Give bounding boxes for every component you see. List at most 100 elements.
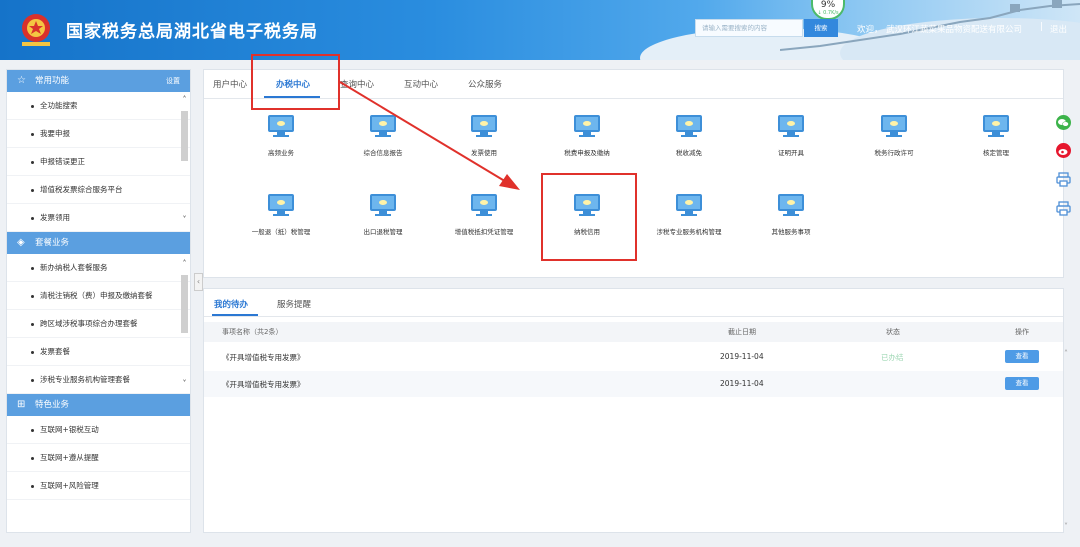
section-title: 特色业务 <box>35 400 70 410</box>
monitor-icon <box>574 115 600 137</box>
sidebar-item[interactable]: 清税注销税（费）申报及缴纳套餐 <box>7 282 190 310</box>
tab-public-service[interactable]: 公众服务 <box>468 78 502 90</box>
annotation-box-tax-credit <box>541 173 637 261</box>
print-icon[interactable] <box>1055 200 1072 217</box>
monitor-icon <box>983 115 1009 137</box>
chevron-up-icon[interactable]: ˄ <box>180 259 189 269</box>
todo-panel: 我的待办 服务提醒 事项名称（共2条） 截止日期 状态 操作 《开具增值税专用发… <box>203 288 1064 533</box>
speed-value: 9% <box>820 0 836 10</box>
sidebar-item[interactable]: 互联网+风险管理 <box>7 472 190 500</box>
monitor-icon <box>778 194 804 216</box>
sidebar-item[interactable]: 互联网+银税互动 <box>7 416 190 444</box>
column-header: 事项名称（共2条） <box>222 328 283 336</box>
site-title: 国家税务总局湖北省电子税务局 <box>66 22 318 42</box>
sidebar-item[interactable]: 发票领用 <box>7 204 190 232</box>
tab-user-center[interactable]: 用户中心 <box>213 78 247 90</box>
tab-query-center[interactable]: 查询中心 <box>340 78 374 90</box>
service-info-report[interactable]: 综合信息报告 <box>333 115 433 157</box>
star-icon: ☆ <box>17 75 26 86</box>
service-admin-license[interactable]: 税务行政许可 <box>844 115 944 157</box>
section-title: 常用功能 <box>35 76 70 86</box>
service-agency-management[interactable]: 涉税专业服务机构管理 <box>639 194 739 236</box>
chevron-down-icon[interactable]: ˅ <box>180 379 189 389</box>
search-input[interactable]: 请输入需要搜索的内容 <box>695 19 803 37</box>
service-verification[interactable]: 核定管理 <box>946 115 1046 157</box>
service-other[interactable]: 其他服务事项 <box>741 194 841 236</box>
welcome-text: 欢迎， <box>857 25 883 35</box>
service-invoice-use[interactable]: 发票使用 <box>434 115 534 157</box>
service-export-refund[interactable]: 出口退税管理 <box>333 194 433 236</box>
annotation-box-tax-center-tab <box>251 54 340 110</box>
chevron-down-icon[interactable]: ˅ <box>1064 523 1072 531</box>
todo-date: 2019-11-04 <box>720 352 764 361</box>
monitor-icon <box>676 115 702 137</box>
sidebar-item[interactable]: 发票套餐 <box>7 338 190 366</box>
top-header: 国家税务总局湖北省电子税务局 9% ↓ 0.7K/s 请输入需要搜索的内容 搜索… <box>0 0 1080 60</box>
monitor-icon <box>471 194 497 216</box>
monitor-icon <box>471 115 497 137</box>
todo-date: 2019-11-04 <box>720 379 764 388</box>
monitor-icon <box>881 115 907 137</box>
sidebar-item[interactable]: 增值税发票综合服务平台 <box>7 176 190 204</box>
view-button[interactable]: 查看 <box>1005 350 1039 363</box>
column-header: 操作 <box>1015 328 1029 336</box>
print-icon[interactable] <box>1055 171 1072 188</box>
table-row: 《开具增值税专用发票》 2019-11-04 查看 <box>204 371 1063 397</box>
todo-status: 已办结 <box>881 353 904 362</box>
scroll-thumb[interactable] <box>181 275 188 333</box>
sidebar-item[interactable]: 新办纳税人套餐服务 <box>7 254 190 282</box>
sidebar-item[interactable]: 涉税专业服务机构管理套餐 <box>7 366 190 394</box>
scroll-thumb[interactable] <box>181 111 188 161</box>
monitor-icon <box>370 194 396 216</box>
layers-icon: ◈ <box>17 237 25 248</box>
view-button[interactable]: 查看 <box>1005 377 1039 390</box>
sidebar-item[interactable]: 全功能搜索 <box>7 92 190 120</box>
service-refund[interactable]: 一般退（抵）税管理 <box>231 194 331 236</box>
settings-link[interactable]: 设置 <box>166 70 180 92</box>
monitor-icon <box>268 115 294 137</box>
todo-name[interactable]: 《开具增值税专用发票》 <box>222 352 305 363</box>
monitor-icon <box>778 115 804 137</box>
chevron-down-icon[interactable]: ˅ <box>180 215 189 225</box>
grid-icon: ⊞ <box>17 399 26 410</box>
column-header: 状态 <box>886 328 900 336</box>
speed-sub: ↓ 0.7K/s <box>817 10 839 16</box>
collapse-sidebar-handle[interactable]: ‹ <box>194 273 203 291</box>
table-header: 事项名称（共2条） 截止日期 状态 操作 <box>204 322 1063 342</box>
service-tax-declaration[interactable]: 税费申报及缴纳 <box>537 115 637 157</box>
sidebar-item[interactable]: 跨区域涉税事项综合办理套餐 <box>7 310 190 338</box>
tab-my-todo[interactable]: 我的待办 <box>214 298 248 310</box>
sidebar-item[interactable]: 申报错误更正 <box>7 148 190 176</box>
sidebar-section-packages[interactable]: ◈ 套餐业务 <box>7 232 190 254</box>
sidebar-scrollbar-1[interactable]: ˄ ˅ <box>180 93 189 233</box>
chevron-up-icon[interactable]: ˄ <box>1064 350 1072 358</box>
column-header: 截止日期 <box>728 328 756 336</box>
service-certificate[interactable]: 证明开具 <box>741 115 841 157</box>
chevron-up-icon[interactable]: ˄ <box>180 95 189 105</box>
service-high-frequency[interactable]: 高频业务 <box>231 115 331 157</box>
search-button[interactable]: 搜索 <box>804 19 838 37</box>
header-separator: | <box>1040 22 1044 32</box>
monitor-icon <box>676 194 702 216</box>
table-row: 《开具增值税专用发票》 2019-11-04 已办结 查看 <box>204 344 1063 370</box>
sidebar-section-common[interactable]: ☆ 常用功能 设置 <box>7 70 190 92</box>
sidebar: ☆ 常用功能 设置 全功能搜索 我要申报 申报错误更正 增值税发票综合服务平台 … <box>6 69 191 533</box>
todo-name[interactable]: 《开具增值税专用发票》 <box>222 379 305 390</box>
tab-service-reminder[interactable]: 服务提醒 <box>277 298 311 310</box>
company-name[interactable]: 武汉环江蔬菜果品物资配送有限公司 <box>886 23 1022 35</box>
weibo-icon[interactable] <box>1055 142 1072 159</box>
sidebar-item[interactable]: 互联网+遵从提醒 <box>7 444 190 472</box>
sidebar-scrollbar-2[interactable]: ˄ ˅ <box>180 257 189 397</box>
page-scrollbar[interactable]: ˄ ˅ <box>1064 350 1072 531</box>
tax-emblem-icon <box>22 14 50 46</box>
service-vat-deduction[interactable]: 增值税抵扣凭证管理 <box>434 194 534 236</box>
service-tax-reduction[interactable]: 税收减免 <box>639 115 739 157</box>
logout-link[interactable]: 退出 <box>1050 23 1067 35</box>
monitor-icon <box>268 194 294 216</box>
sidebar-section-featured[interactable]: ⊞ 特色业务 <box>7 394 190 416</box>
monitor-icon <box>370 115 396 137</box>
divider <box>204 316 1063 317</box>
tab-interaction-center[interactable]: 互动中心 <box>404 78 438 90</box>
wechat-icon[interactable] <box>1055 114 1072 131</box>
sidebar-item[interactable]: 我要申报 <box>7 120 190 148</box>
